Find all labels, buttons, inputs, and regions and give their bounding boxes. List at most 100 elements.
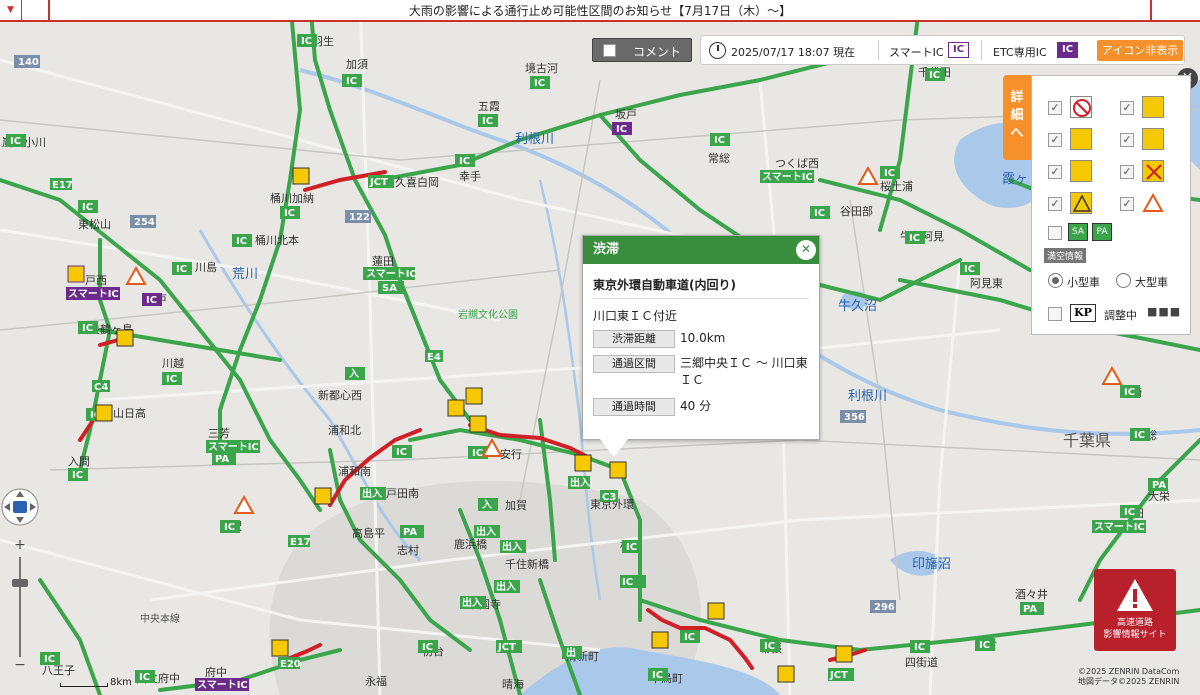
svg-text:JCT: JCT xyxy=(829,670,848,681)
svg-text:谷田部: 谷田部 xyxy=(840,204,873,218)
svg-text:川越: 川越 xyxy=(162,356,184,370)
lane-restriction-icon xyxy=(1142,96,1164,118)
scale-bar xyxy=(60,683,108,687)
svg-text:スマートIC: スマートIC xyxy=(208,441,259,453)
popup-row-value: 三郷中央ＩＣ 〜 川口東ＩＣ xyxy=(680,356,808,387)
svg-text:スマートIC: スマートIC xyxy=(68,288,119,300)
small-car-radio[interactable] xyxy=(1048,273,1063,288)
legend-panel: ✓ ✓ ✓ ✓ ✓ ✓ ✓ ✓ SA PA 満空情報 小型車 大型車 KP 調整… xyxy=(1031,75,1191,335)
svg-text:坂戸: 坂戸 xyxy=(615,108,637,121)
svg-text:IC: IC xyxy=(1134,430,1145,441)
divider xyxy=(593,298,809,299)
legend-checkbox[interactable]: ✓ xyxy=(1120,101,1134,115)
svg-text:川島: 川島 xyxy=(195,260,217,274)
svg-text:E20: E20 xyxy=(280,659,301,670)
legend-checkbox[interactable] xyxy=(1048,307,1062,321)
svg-text:新都心西: 新都心西 xyxy=(318,388,362,402)
svg-text:八王子: 八王子 xyxy=(42,664,75,677)
warning-icon xyxy=(1117,579,1153,611)
notice-divider xyxy=(48,0,50,22)
map-screen: { "notice": {"text": "大雨の影響による通行止め可能性区間の… xyxy=(0,0,1200,695)
copyright: ©2025 ZENRIN DataCom 地図データ©2025 ZENRIN xyxy=(1078,667,1179,687)
scale-label: 8km xyxy=(110,677,132,688)
legend-checkbox[interactable]: ✓ xyxy=(1048,101,1062,115)
kp-legend-icon: KP xyxy=(1070,304,1096,322)
svg-text:IC: IC xyxy=(964,264,975,275)
detail-tab[interactable]: 詳細へ xyxy=(1003,75,1031,160)
svg-text:酒々井: 酒々井 xyxy=(1015,587,1048,601)
svg-text:四街道: 四街道 xyxy=(905,655,938,669)
pa-legend-icon: PA xyxy=(1092,223,1112,241)
svg-text:IC: IC xyxy=(684,632,695,643)
svg-text:戸田南: 戸田南 xyxy=(386,487,419,500)
comment-toggle-button[interactable]: コメント xyxy=(592,38,692,62)
svg-text:入: 入 xyxy=(482,499,492,511)
svg-text:加賀: 加賀 xyxy=(505,499,527,512)
sa-legend-icon: SA xyxy=(1068,223,1088,241)
clock-icon xyxy=(709,42,726,59)
svg-text:140: 140 xyxy=(18,57,39,68)
zoom-out-button[interactable]: − xyxy=(10,657,30,673)
svg-text:三芳: 三芳 xyxy=(208,426,230,440)
zoom-track[interactable] xyxy=(19,557,21,657)
congestion-popup: 渋滞 ✕ 東京外環自動車道(内回り) 川口東ＩＣ付近 渋滞距離 10.0km 通… xyxy=(582,235,820,440)
svg-text:IC: IC xyxy=(72,470,83,481)
svg-text:IC: IC xyxy=(884,168,895,179)
chain-regulation-icon xyxy=(1070,160,1092,182)
svg-text:IC: IC xyxy=(616,124,627,135)
svg-text:IC: IC xyxy=(622,577,633,588)
zoom-handle[interactable] xyxy=(12,579,28,587)
svg-text:永福: 永福 xyxy=(365,674,387,688)
svg-text:IC: IC xyxy=(626,542,637,553)
svg-text:IC: IC xyxy=(346,76,357,87)
svg-text:出入: 出入 xyxy=(502,540,522,553)
svg-text:SA: SA xyxy=(382,283,397,294)
legend-checkbox[interactable]: ✓ xyxy=(1048,197,1062,211)
detail-tab-label: 詳細へ xyxy=(1010,90,1024,141)
svg-text:出入: 出入 xyxy=(476,525,496,538)
highway-impact-site-button[interactable]: 高速道路 影響情報サイト xyxy=(1094,569,1176,651)
svg-text:利根川: 利根川 xyxy=(515,132,554,147)
svg-text:東松山: 東松山 xyxy=(78,217,111,231)
popup-title: 渋滞 xyxy=(583,236,819,264)
svg-text:千葉県: 千葉県 xyxy=(1063,431,1111,450)
svg-text:IC: IC xyxy=(459,156,470,167)
svg-text:安行: 安行 xyxy=(500,447,522,461)
svg-text:PA: PA xyxy=(1023,604,1037,615)
svg-text:桜土浦: 桜土浦 xyxy=(880,179,913,193)
close-icon[interactable]: ✕ xyxy=(796,240,816,260)
current-datetime: 2025/07/17 18:07 現在 xyxy=(731,46,856,59)
legend-checkbox[interactable] xyxy=(1048,226,1062,240)
svg-text:岩槻文化公園: 岩槻文化公園 xyxy=(458,308,518,321)
hide-icons-button[interactable]: アイコン非表示 xyxy=(1097,40,1183,61)
legend-checkbox[interactable]: ✓ xyxy=(1048,165,1062,179)
svg-text:PA: PA xyxy=(403,527,417,538)
alert-line1: 高速道路 xyxy=(1116,618,1153,628)
notice-text[interactable]: 大雨の影響による通行止め可能性区間のお知らせ【7月17日（木）〜】 xyxy=(0,2,1200,19)
status-bar: 2025/07/17 18:07 現在 スマートIC IC ETC専用IC IC… xyxy=(700,35,1185,65)
svg-text:晴海: 晴海 xyxy=(502,677,524,691)
checkbox-icon[interactable] xyxy=(603,44,616,57)
legend-checkbox[interactable]: ✓ xyxy=(1120,197,1134,211)
svg-text:桶川加納: 桶川加納 xyxy=(270,191,314,205)
svg-text:IC: IC xyxy=(301,36,312,47)
top-notice-bar[interactable]: ▼ 大雨の影響による通行止め可能性区間のお知らせ【7月17日（木）〜】 xyxy=(0,0,1200,22)
legend-checkbox[interactable]: ✓ xyxy=(1048,133,1062,147)
svg-text:阿見東: 阿見東 xyxy=(970,277,1003,290)
svg-text:IC: IC xyxy=(146,295,157,306)
popup-row-value: 10.0km xyxy=(680,331,726,345)
legend-checkbox[interactable]: ✓ xyxy=(1120,133,1134,147)
svg-text:IC: IC xyxy=(236,236,247,247)
svg-text:IC: IC xyxy=(139,672,150,683)
svg-text:IC: IC xyxy=(166,374,177,385)
svg-text:出入: 出入 xyxy=(496,580,516,593)
large-car-radio[interactable] xyxy=(1116,273,1131,288)
zoom-in-button[interactable]: + xyxy=(10,537,30,553)
svg-text:境古河: 境古河 xyxy=(525,61,558,75)
legend-checkbox[interactable]: ✓ xyxy=(1120,165,1134,179)
pan-control[interactable] xyxy=(0,485,40,530)
svg-text:JCT: JCT xyxy=(369,177,388,188)
svg-text:C3: C3 xyxy=(602,492,616,503)
comment-label: コメント xyxy=(633,45,682,59)
svg-text:IC: IC xyxy=(764,641,775,652)
